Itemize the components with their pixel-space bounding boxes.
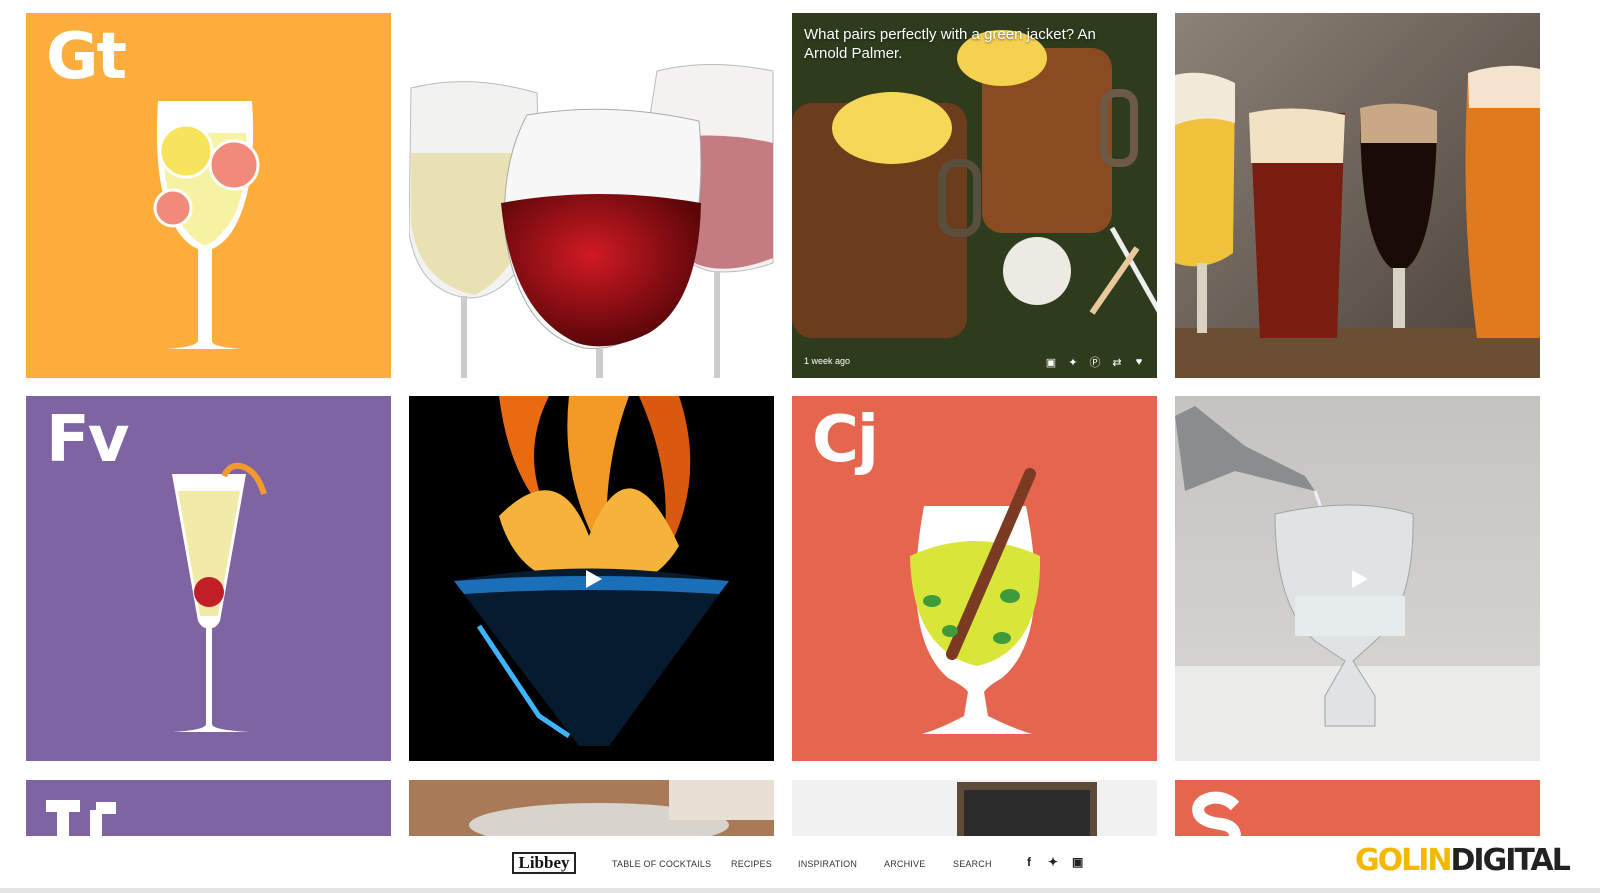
- brand-part1: GOLIN: [1355, 843, 1453, 878]
- nav-table-of-cocktails[interactable]: TABLE OF COCKTAILS: [612, 859, 711, 869]
- nav-inspiration[interactable]: INSPIRATION: [798, 859, 857, 869]
- twitter-icon[interactable]: ✦: [1048, 855, 1058, 869]
- golin-digital-logo: GOLINDIGITAL: [1355, 843, 1571, 878]
- tile-cj-mojito[interactable]: Cj: [792, 396, 1157, 761]
- pinterest-icon[interactable]: Ⓟ: [1089, 356, 1101, 369]
- tile-row3-sign[interactable]: [792, 780, 1157, 836]
- tile-row3-photo[interactable]: [409, 780, 774, 836]
- beer-glasses-photo: [1175, 13, 1540, 378]
- reblog-icon[interactable]: ⇄: [1111, 356, 1123, 369]
- tile-fire-cocktail-video[interactable]: [409, 396, 774, 761]
- share-icons: ▣ ✦ Ⓟ ⇄ ♥: [1045, 356, 1145, 369]
- post-timestamp: 1 week ago: [804, 356, 851, 366]
- tile-tf[interactable]: [26, 780, 391, 836]
- sign-photo: [957, 782, 1097, 836]
- tile-letter-partial: [1192, 791, 1241, 836]
- nav-archive[interactable]: ARCHIVE: [884, 859, 925, 869]
- libbey-logo[interactable]: Libbey: [512, 852, 576, 874]
- twitter-icon[interactable]: ✦: [1067, 356, 1079, 369]
- tile-s[interactable]: [1175, 780, 1540, 836]
- nav-recipes[interactable]: RECIPES: [731, 859, 772, 869]
- wine-glasses-photo: [409, 64, 774, 378]
- tile-arnold-palmer[interactable]: What pairs perfectly with a green jacket…: [792, 13, 1157, 378]
- tile-beer-glasses[interactable]: [1175, 13, 1540, 378]
- post-caption: What pairs perfectly with a green jacket…: [804, 26, 1096, 62]
- facebook-icon[interactable]: f: [1027, 855, 1031, 869]
- heart-icon[interactable]: ♥: [1133, 356, 1145, 368]
- tile-wine-glasses[interactable]: [409, 13, 774, 378]
- goblet-glass-illustration: [153, 101, 260, 349]
- play-icon[interactable]: [585, 569, 602, 588]
- instagram-icon[interactable]: ▣: [1072, 855, 1083, 869]
- tile-gin-tonic[interactable]: Gt: [26, 13, 391, 378]
- table-photo: [409, 780, 774, 836]
- footer-divider: [0, 888, 1600, 893]
- play-icon[interactable]: [1351, 569, 1368, 588]
- arnold-palmer-photo: [792, 13, 1157, 378]
- mojito-glass-illustration: [910, 468, 1041, 734]
- facebook-icon[interactable]: ▣: [1045, 356, 1057, 369]
- champagne-glass-illustration: [172, 462, 267, 732]
- nav-search[interactable]: SEARCH: [953, 859, 992, 869]
- tile-pouring-video[interactable]: [1175, 396, 1540, 761]
- brand-part2: DIGITAL: [1450, 843, 1571, 878]
- tile-french-75[interactable]: Fv: [26, 396, 391, 761]
- tile-letter-partial: [46, 800, 116, 836]
